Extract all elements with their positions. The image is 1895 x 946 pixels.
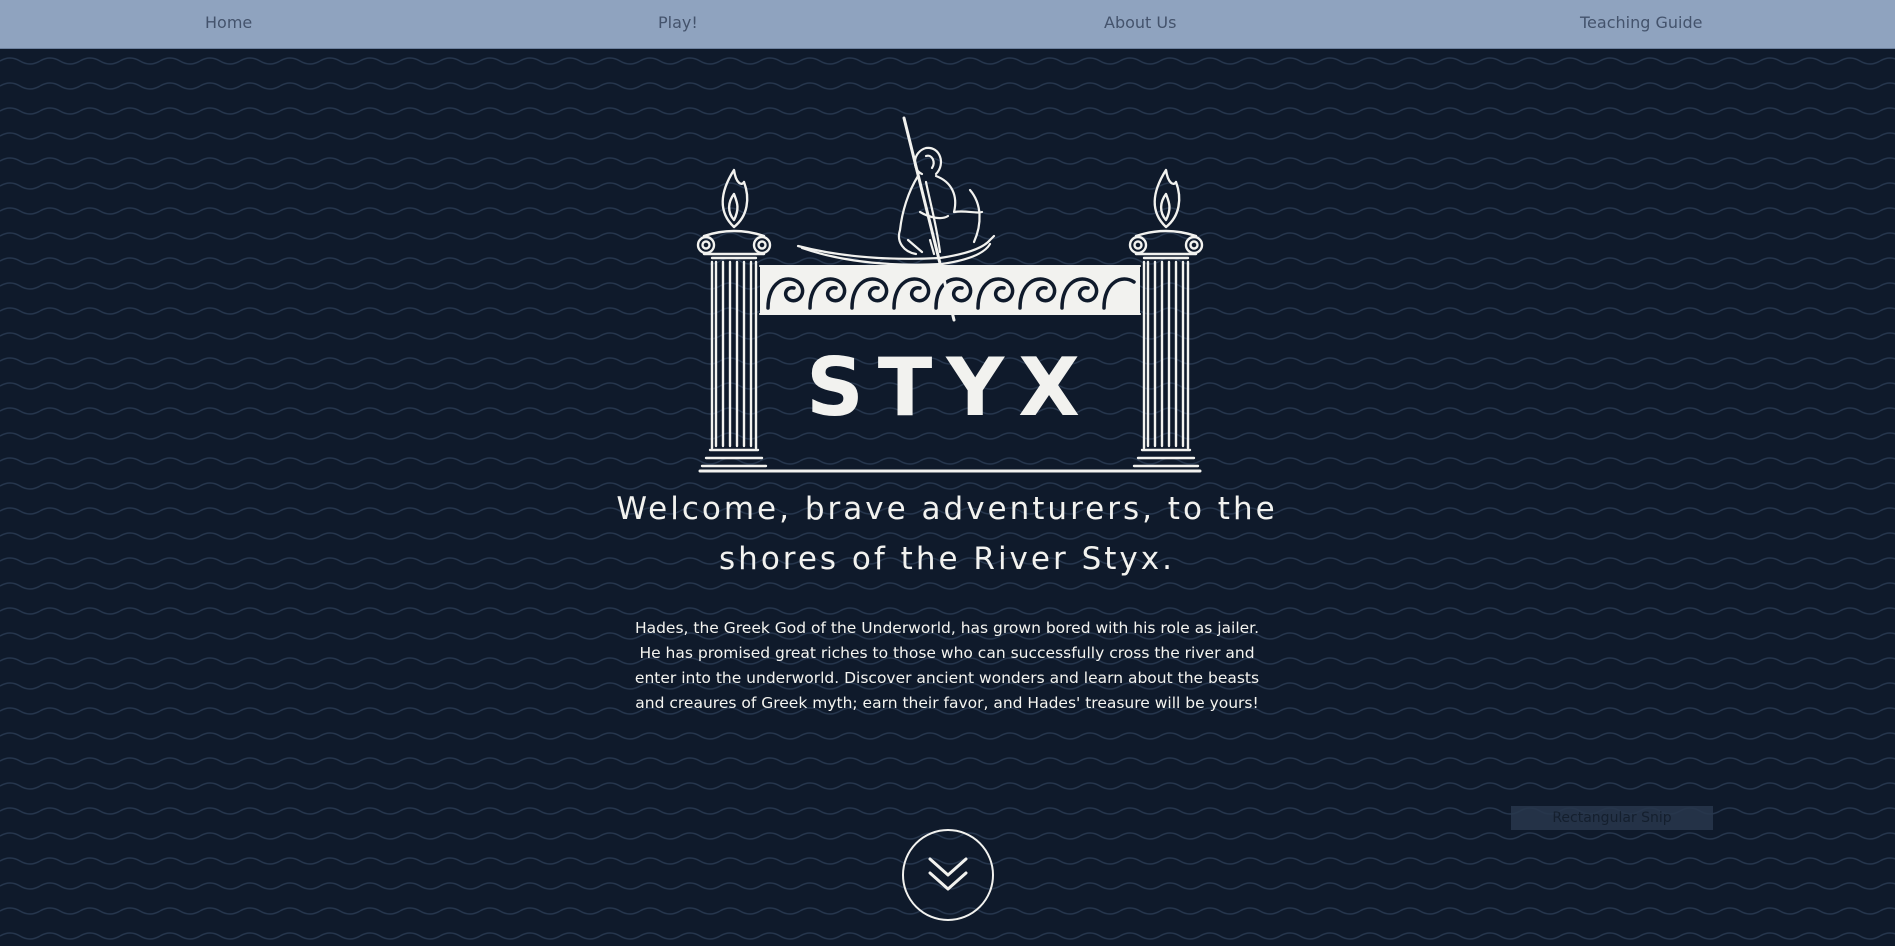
rectangular-snip-tag: Rectangular Snip [1511, 806, 1713, 830]
right-flame-icon [1153, 168, 1181, 229]
welcome-heading: Welcome, brave adventurers, to the shore… [597, 484, 1297, 584]
welcome-line-1: Welcome, brave adventurers, to the [616, 491, 1278, 527]
styx-logo: STYX [696, 116, 1204, 473]
nav-link-home[interactable]: Home [205, 13, 252, 32]
intro-paragraph: Hades, the Greek God of the Underworld, … [634, 619, 1260, 712]
welcome-line-2: shores of the River Styx. [719, 541, 1175, 577]
nav-link-teaching-guide[interactable]: Teaching Guide [1580, 13, 1702, 32]
nav-link-about-us[interactable]: About Us [1104, 13, 1176, 32]
logo-title: STYX [806, 341, 1094, 434]
page: Home Play! About Us Teaching Guide STYX … [0, 0, 1895, 946]
scroll-down-button[interactable] [902, 829, 994, 921]
double-chevron-down-icon [928, 857, 968, 891]
nav-link-play[interactable]: Play! [658, 13, 698, 32]
top-navbar: Home Play! About Us Teaching Guide [0, 0, 1895, 49]
left-flame-icon [721, 168, 749, 229]
